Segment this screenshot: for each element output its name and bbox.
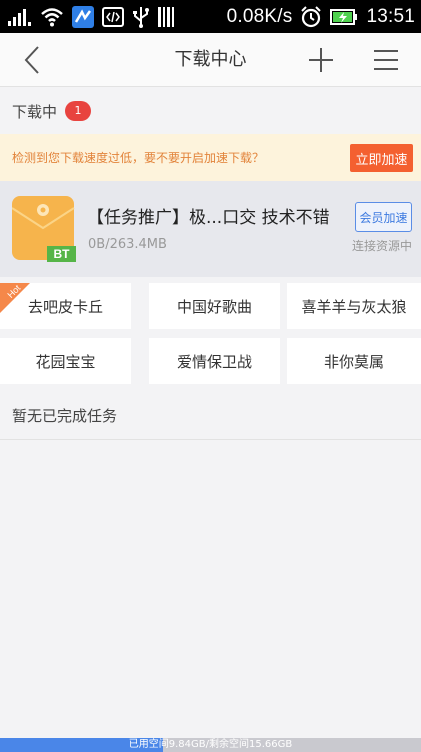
hot-item-3[interactable]: 喜羊羊与灰太狼 (287, 283, 421, 329)
hot-tag: Hot (0, 283, 30, 313)
hot-item-4[interactable]: 花园宝宝 (0, 338, 131, 384)
back-button[interactable] (14, 43, 50, 77)
app-notification-icon (72, 5, 94, 28)
network-speed: 0.08K/s (226, 5, 293, 27)
battery-charging-icon (330, 6, 358, 28)
usb-icon (132, 6, 150, 28)
vip-accelerate-button[interactable]: 会员加速 (355, 202, 412, 232)
title-bar: 下载中心 (0, 33, 421, 87)
storage-usage-text: 已用空间9.84GB/剩余空间15.66GB (128, 739, 293, 750)
hot-item-5[interactable]: 爱情保卫战 (149, 338, 280, 384)
download-center-screen: 0.08K/s 13:51 下载中心 下载中 1 检测到您下载速度过低，要不要开… (0, 0, 421, 752)
storage-usage-bar: 已用空间9.84GB/剩余空间15.66GB (0, 738, 421, 752)
barcode-icon (158, 6, 174, 28)
task-status: 连接资源中 (351, 239, 412, 253)
bt-file-icon: BT (11, 196, 76, 262)
bt-badge-text: BT (54, 247, 71, 261)
back-arrow-icon (24, 46, 39, 74)
no-completed-tasks-label: 暂无已完成任务 (12, 407, 118, 425)
downloading-label: 下载中 (12, 102, 58, 121)
downloading-count-badge: 1 (65, 101, 92, 121)
menu-button[interactable] (368, 43, 404, 77)
wifi-icon (40, 6, 64, 28)
speed-warning-banner: 检测到您下载速度过低，要不要开启加速下载？ 立即加速 (0, 134, 421, 181)
page-title: 下载中心 (174, 49, 247, 70)
signal-icon (8, 6, 32, 28)
status-bar: 0.08K/s 13:51 (0, 0, 421, 33)
status-icons-left (8, 5, 174, 28)
task-name: 【任务推广】极...口交 技术不错 (87, 208, 330, 228)
plus-icon (309, 48, 333, 72)
downloading-section-header: 下载中 1 (0, 88, 421, 134)
status-icons-right: 0.08K/s 13:51 (227, 6, 415, 28)
accelerate-now-button[interactable]: 立即加速 (350, 144, 413, 172)
add-task-button[interactable] (304, 43, 338, 77)
speed-warning-message: 检测到您下载速度过低，要不要开启加速下载？ (12, 151, 265, 165)
task-size: 0B/263.4MB (88, 237, 167, 252)
code-icon (102, 6, 124, 28)
completed-section: 暂无已完成任务 (0, 392, 421, 440)
menu-icon (374, 50, 398, 70)
download-task-item[interactable]: BT 【任务推广】极...口交 技术不错 0B/263.4MB 会员加速 连接资… (0, 181, 421, 277)
alarm-icon (300, 5, 322, 28)
hot-item-6[interactable]: 非你莫属 (287, 338, 421, 384)
clock: 13:51 (366, 5, 415, 27)
hot-item-2[interactable]: 中国好歌曲 (149, 283, 280, 329)
